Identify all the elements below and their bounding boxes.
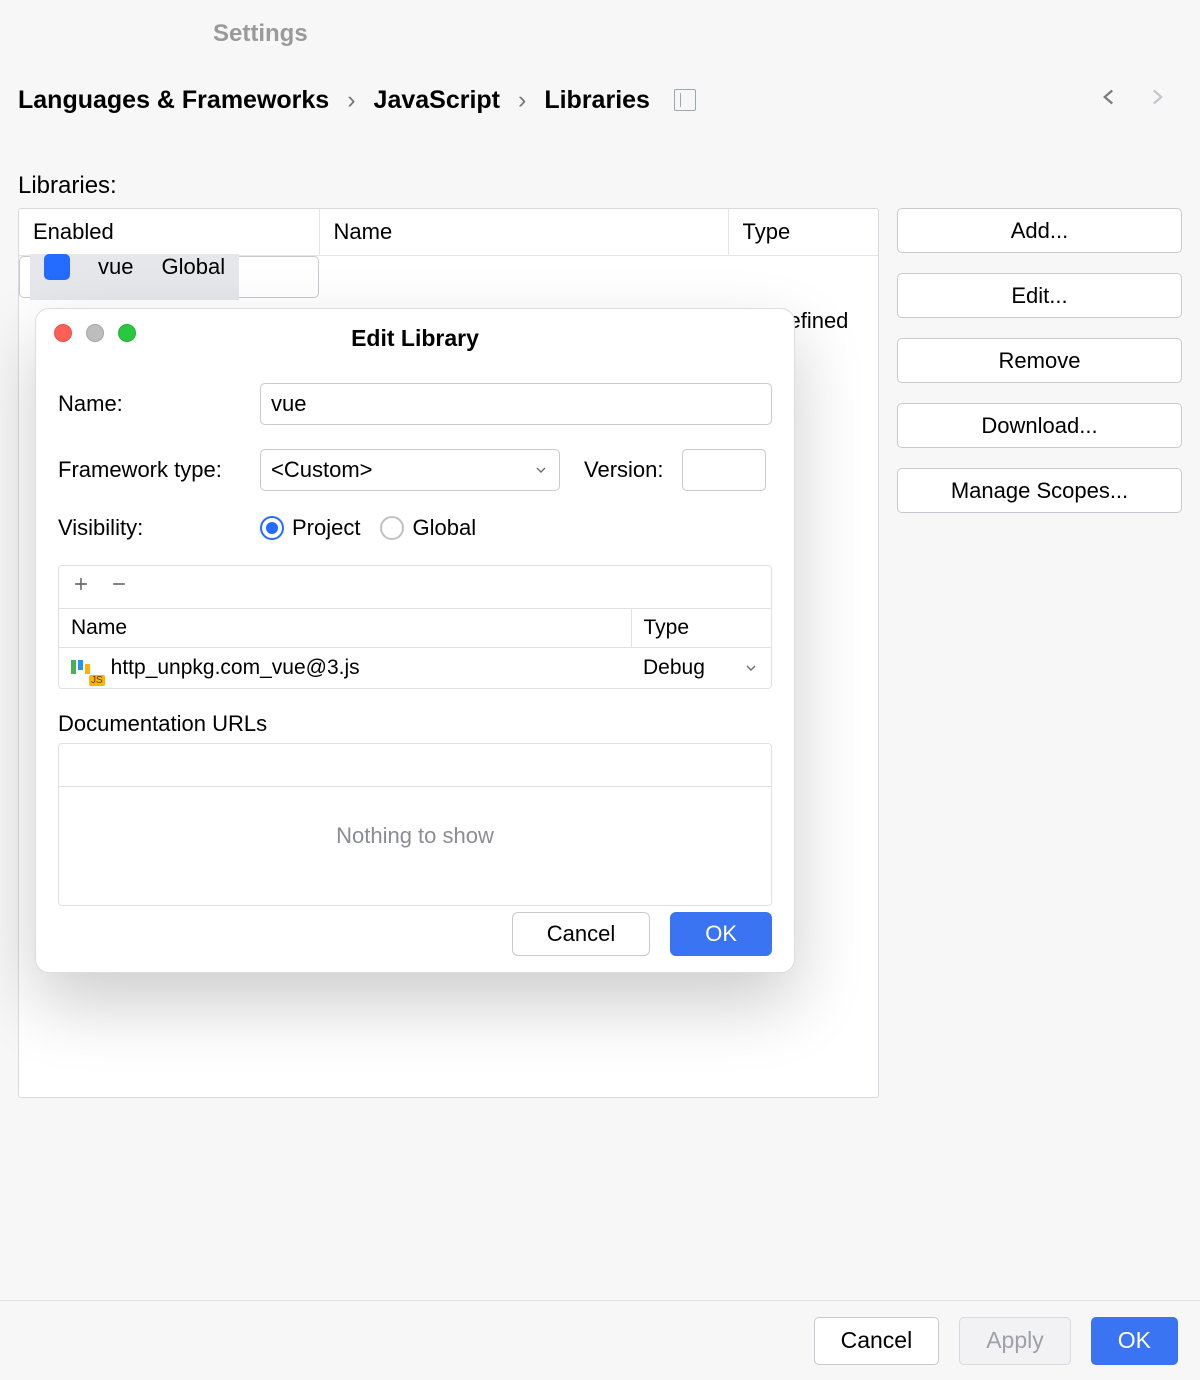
remove-icon[interactable]: [109, 574, 129, 600]
apply-button: Apply: [959, 1317, 1071, 1365]
nav-forward-icon[interactable]: [1144, 84, 1170, 116]
visibility-label: Visibility:: [58, 515, 260, 541]
visibility-global-radio[interactable]: Global: [380, 515, 476, 541]
files-col-name[interactable]: Name: [59, 609, 631, 647]
dialog-ok-button[interactable]: OK: [670, 912, 772, 956]
ok-button[interactable]: OK: [1091, 1317, 1178, 1365]
files-table: Name Type JS http_unpkg.com_vue@3.js Debu…: [58, 565, 772, 689]
lib-name-cell: vue: [84, 254, 147, 300]
documentation-urls-label: Documentation URLs: [58, 711, 772, 737]
nav-back-icon[interactable]: [1096, 84, 1122, 116]
window-zoom-icon[interactable]: [118, 324, 136, 342]
remove-button[interactable]: Remove: [897, 338, 1182, 383]
breadcrumb: Languages & Frameworks › JavaScript › Li…: [18, 86, 1096, 115]
edit-button[interactable]: Edit...: [897, 273, 1182, 318]
add-icon[interactable]: [71, 574, 91, 600]
dialog-cancel-button[interactable]: Cancel: [512, 912, 650, 956]
dialog-title: Edit Library: [36, 311, 794, 352]
documentation-urls-box: Nothing to show: [58, 743, 772, 906]
breadcrumb-item-libraries[interactable]: Libraries: [544, 86, 650, 115]
libraries-label: Libraries:: [18, 172, 1182, 200]
checkbox-icon[interactable]: [44, 254, 70, 280]
breadcrumb-separator: ›: [347, 86, 355, 115]
chevron-down-icon: [533, 462, 549, 478]
framework-type-label: Framework type:: [58, 457, 260, 483]
js-badge-icon: JS: [89, 675, 105, 686]
framework-type-select[interactable]: <Custom>: [260, 449, 560, 491]
expand-panel-icon[interactable]: [674, 89, 696, 111]
breadcrumb-item-languages[interactable]: Languages & Frameworks: [18, 86, 329, 115]
version-label: Version:: [584, 457, 664, 483]
col-enabled[interactable]: Enabled: [19, 209, 319, 255]
file-name: http_unpkg.com_vue@3.js: [111, 656, 360, 679]
visibility-global-label: Global: [412, 515, 476, 541]
visibility-project-radio[interactable]: Project: [260, 515, 360, 541]
chevron-down-icon[interactable]: [743, 660, 759, 676]
lib-type-cell: Global: [147, 254, 239, 300]
empty-state-text: Nothing to show: [59, 787, 771, 905]
window-close-icon[interactable]: [54, 324, 72, 342]
settings-footer: Cancel Apply OK: [0, 1300, 1200, 1380]
edit-library-dialog: Edit Library Name: Framework type: <Cust…: [35, 308, 795, 973]
window-minimize-icon: [86, 324, 104, 342]
table-row[interactable]: vue Global: [19, 256, 319, 298]
framework-type-value: <Custom>: [271, 457, 373, 483]
version-input[interactable]: [682, 449, 766, 491]
cancel-button[interactable]: Cancel: [814, 1317, 940, 1365]
files-col-type[interactable]: Type: [631, 609, 771, 647]
breadcrumb-item-javascript[interactable]: JavaScript: [374, 86, 500, 115]
settings-title: Settings: [0, 0, 1200, 48]
breadcrumb-separator: ›: [518, 86, 526, 115]
add-button[interactable]: Add...: [897, 208, 1182, 253]
visibility-project-label: Project: [292, 515, 360, 541]
name-label: Name:: [58, 391, 260, 417]
col-name[interactable]: Name: [319, 209, 728, 255]
js-file-icon: [71, 658, 91, 678]
col-type[interactable]: Type: [728, 209, 878, 255]
download-button[interactable]: Download...: [897, 403, 1182, 448]
name-input[interactable]: [260, 383, 772, 425]
file-type: Debug: [643, 656, 705, 680]
manage-scopes-button[interactable]: Manage Scopes...: [897, 468, 1182, 513]
table-row[interactable]: JS http_unpkg.com_vue@3.js Debug: [59, 647, 771, 688]
